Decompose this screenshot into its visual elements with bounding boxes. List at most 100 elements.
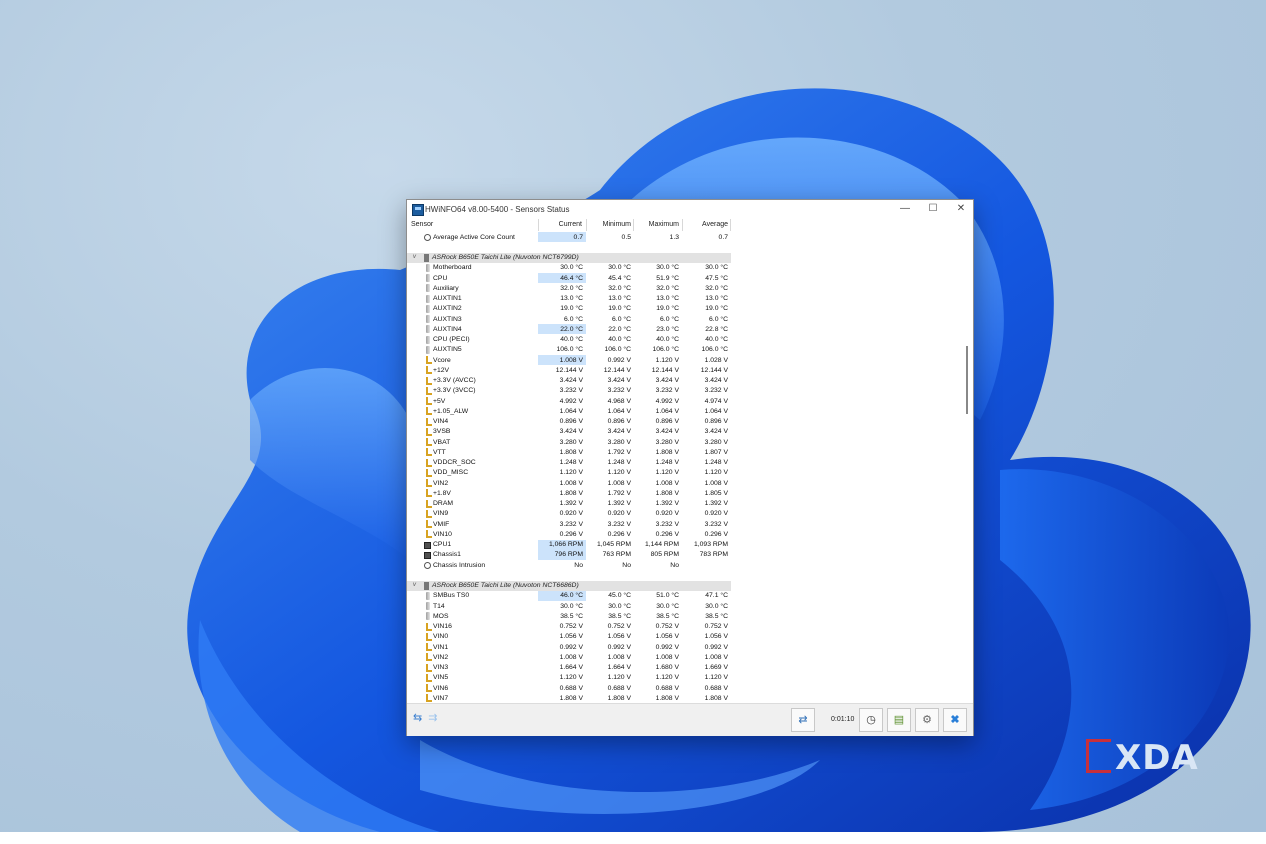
average-value: 0.688 V — [704, 684, 728, 692]
current-value: 106.0 °C — [556, 346, 583, 354]
network-icon[interactable]: ⇄ — [791, 708, 815, 732]
sensor-row[interactable]: Auxiliary 32.0 °C 32.0 °C 32.0 °C 32.0 °C — [407, 283, 967, 293]
sensor-row[interactable]: VIN2 1.008 V 1.008 V 1.008 V 1.008 V — [407, 652, 967, 662]
average-value: 0.296 V — [704, 530, 728, 538]
sensor-row[interactable]: VIN7 1.808 V 1.808 V 1.808 V 1.808 V — [407, 693, 967, 702]
sensor-name: T14 — [433, 602, 445, 610]
sensor-row[interactable]: VIN2 1.008 V 1.008 V 1.008 V 1.008 V — [407, 478, 967, 488]
sensor-row[interactable]: +3.3V (AVCC) 3.424 V 3.424 V 3.424 V 3.424 V — [407, 376, 967, 386]
sensor-row[interactable]: VMIF 3.232 V 3.232 V 3.232 V 3.232 V — [407, 519, 967, 529]
chevron-down-icon[interactable]: v — [413, 582, 416, 588]
minimize-button[interactable]: — — [891, 200, 919, 218]
current-value: 1.056 V — [559, 633, 583, 641]
temp-icon — [426, 325, 430, 334]
sensor-row[interactable]: VTT 1.808 V 1.792 V 1.808 V 1.807 V — [407, 447, 967, 457]
sensor-row[interactable]: Chassis Intrusion No No No — [407, 560, 967, 570]
sensor-row[interactable]: AUXTIN5 106.0 °C 106.0 °C 106.0 °C 106.0 °C — [407, 345, 967, 355]
arrows-right-icon[interactable]: ⇉ — [425, 711, 440, 724]
sensor-row[interactable]: Chassis1 796 RPM 763 RPM 805 RPM 783 RPM — [407, 549, 967, 560]
sensor-row[interactable]: AUXTIN2 19.0 °C 19.0 °C 19.0 °C 19.0 °C — [407, 304, 967, 314]
scrollbar-thumb[interactable] — [966, 346, 968, 414]
title-bar[interactable]: HWiNFO64 v8.00-5400 - Sensors Status — ☐… — [407, 200, 973, 218]
average-value: 3.280 V — [704, 438, 728, 446]
average-value: 13.0 °C — [705, 295, 728, 302]
sensor-name: Motherboard — [433, 264, 472, 272]
chevron-down-icon[interactable]: v — [413, 254, 416, 260]
average-value: 1.392 V — [704, 500, 728, 507]
sensor-row[interactable]: SMBus TS0 46.0 °C 45.0 °C 51.0 °C 47.1 °C — [407, 590, 967, 601]
header-divider — [538, 219, 539, 231]
maximum-value: 0.752 V — [655, 623, 679, 630]
sensor-row[interactable]: VIN5 1.120 V 1.120 V 1.120 V 1.120 V — [407, 673, 967, 683]
sensor-row[interactable]: +1.05_ALW 1.064 V 1.064 V 1.064 V 1.064 V — [407, 406, 967, 416]
average-value: 0.992 V — [704, 643, 728, 651]
vertical-scrollbar[interactable] — [964, 232, 970, 702]
sensor-group-row[interactable]: v ASRock B650E Taichi Lite (Nuvoton NCT66… — [407, 580, 967, 591]
sensor-row[interactable]: VIN16 0.752 V 0.752 V 0.752 V 0.752 V — [407, 622, 967, 632]
sensor-row[interactable]: +1.8V 1.808 V 1.792 V 1.808 V 1.805 V — [407, 488, 967, 498]
maximum-value: 3.424 V — [655, 377, 679, 384]
sensor-row[interactable]: +3.3V (3VCC) 3.232 V 3.232 V 3.232 V 3.232 V — [407, 386, 967, 396]
hwinfo-app-icon — [412, 204, 424, 216]
header-current[interactable]: Current — [557, 221, 582, 228]
current-value: 3.424 V — [559, 428, 583, 436]
maximize-button[interactable]: ☐ — [919, 200, 947, 218]
xda-watermark: XDA — [1086, 738, 1199, 778]
close-icon[interactable]: ✖ — [943, 708, 967, 732]
sensor-row[interactable]: +12V 12.144 V 12.144 V 12.144 V 12.144 V — [407, 365, 967, 375]
average-value: 1,093 RPM — [693, 541, 728, 548]
sensor-row[interactable]: CPU1 1,066 RPM 1,045 RPM 1,144 RPM 1,093 RPM — [407, 539, 967, 550]
sensor-row[interactable]: VIN4 0.896 V 0.896 V 0.896 V 0.896 V — [407, 417, 967, 427]
header-maximum[interactable]: Maximum — [647, 221, 679, 228]
sensor-group-row[interactable]: v ASRock B650E Taichi Lite (Nuvoton NCT67… — [407, 252, 967, 263]
sensor-row[interactable]: VIN3 1.664 V 1.664 V 1.680 V 1.669 V — [407, 663, 967, 673]
group-header[interactable]: v ASRock B650E Taichi Lite (Nuvoton NCT67… — [407, 252, 731, 263]
close-window-button[interactable]: ✕ — [947, 200, 975, 218]
sensor-row[interactable]: VBAT 3.280 V 3.280 V 3.280 V 3.280 V — [407, 437, 967, 447]
sensor-name: VIN7 — [433, 694, 449, 702]
spacer-row — [407, 570, 967, 580]
current-value: 3.232 V — [559, 520, 583, 528]
sensor-row[interactable]: AUXTIN4 22.0 °C 22.0 °C 23.0 °C 22.8 °C — [407, 324, 967, 335]
current-value: 1.392 V — [559, 500, 583, 507]
sensor-row[interactable]: +5V 4.992 V 4.968 V 4.992 V 4.974 V — [407, 396, 967, 406]
sensor-name: AUXTIN3 — [433, 315, 462, 323]
report-icon[interactable]: ▤ — [887, 708, 911, 732]
sensor-name: VIN3 — [433, 664, 449, 671]
sensor-row[interactable]: VIN0 1.056 V 1.056 V 1.056 V 1.056 V — [407, 632, 967, 642]
header-divider — [586, 219, 587, 231]
sensor-row[interactable]: Vcore 1.008 V 0.992 V 1.120 V 1.028 V — [407, 355, 967, 365]
header-sensor[interactable]: Sensor — [411, 221, 433, 228]
sensor-row[interactable]: Average Active Core Count 0.7 0.5 1.3 0.7 — [407, 232, 967, 242]
maximum-value: 12.144 V — [651, 366, 679, 374]
sensor-row[interactable]: VIN6 0.688 V 0.688 V 0.688 V 0.688 V — [407, 683, 967, 693]
sensor-row[interactable]: DRAM 1.392 V 1.392 V 1.392 V 1.392 V — [407, 499, 967, 509]
maximum-value: 51.9 °C — [656, 274, 679, 282]
sensor-name: VIN2 — [433, 653, 449, 661]
sensor-row[interactable]: VDD_MISC 1.120 V 1.120 V 1.120 V 1.120 V — [407, 468, 967, 478]
sensor-row[interactable]: Motherboard 30.0 °C 30.0 °C 30.0 °C 30.0 °C — [407, 263, 967, 273]
group-header[interactable]: v ASRock B650E Taichi Lite (Nuvoton NCT66… — [407, 580, 731, 591]
sensor-row[interactable]: VDDCR_SOC 1.248 V 1.248 V 1.248 V 1.248 V — [407, 458, 967, 468]
arrows-left-right-icon[interactable]: ⇆ — [410, 711, 425, 724]
volt-icon — [426, 468, 432, 477]
sensor-row[interactable]: AUXTIN3 6.0 °C 6.0 °C 6.0 °C 6.0 °C — [407, 314, 967, 324]
maximum-value: 1.064 V — [655, 407, 679, 415]
sensor-row[interactable]: VIN1 0.992 V 0.992 V 0.992 V 0.992 V — [407, 642, 967, 652]
sensor-row[interactable]: VIN9 0.920 V 0.920 V 0.920 V 0.920 V — [407, 509, 967, 519]
sensor-row[interactable]: VIN10 0.296 V 0.296 V 0.296 V 0.296 V — [407, 529, 967, 539]
average-value: 30.0 °C — [705, 264, 728, 272]
clock-icon[interactable]: ◷ — [859, 708, 883, 732]
sensor-row[interactable]: CPU 46.4 °C 45.4 °C 51.9 °C 47.5 °C — [407, 273, 967, 283]
sensor-row[interactable]: 3VSB 3.424 V 3.424 V 3.424 V 3.424 V — [407, 427, 967, 437]
sensor-row[interactable]: T14 30.0 °C 30.0 °C 30.0 °C 30.0 °C — [407, 601, 967, 611]
header-divider — [730, 219, 731, 231]
header-average[interactable]: Average — [697, 221, 728, 228]
sensor-row[interactable]: MOS 38.5 °C 38.5 °C 38.5 °C 38.5 °C — [407, 611, 967, 621]
current-value: 4.992 V — [559, 397, 583, 405]
average-value: 47.1 °C — [705, 592, 728, 600]
header-minimum[interactable]: Minimum — [601, 221, 631, 228]
gear-icon[interactable]: ⚙ — [915, 708, 939, 732]
sensor-row[interactable]: AUXTIN1 13.0 °C 13.0 °C 13.0 °C 13.0 °C — [407, 294, 967, 304]
sensor-row[interactable]: CPU (PECI) 40.0 °C 40.0 °C 40.0 °C 40.0 °C — [407, 335, 967, 345]
